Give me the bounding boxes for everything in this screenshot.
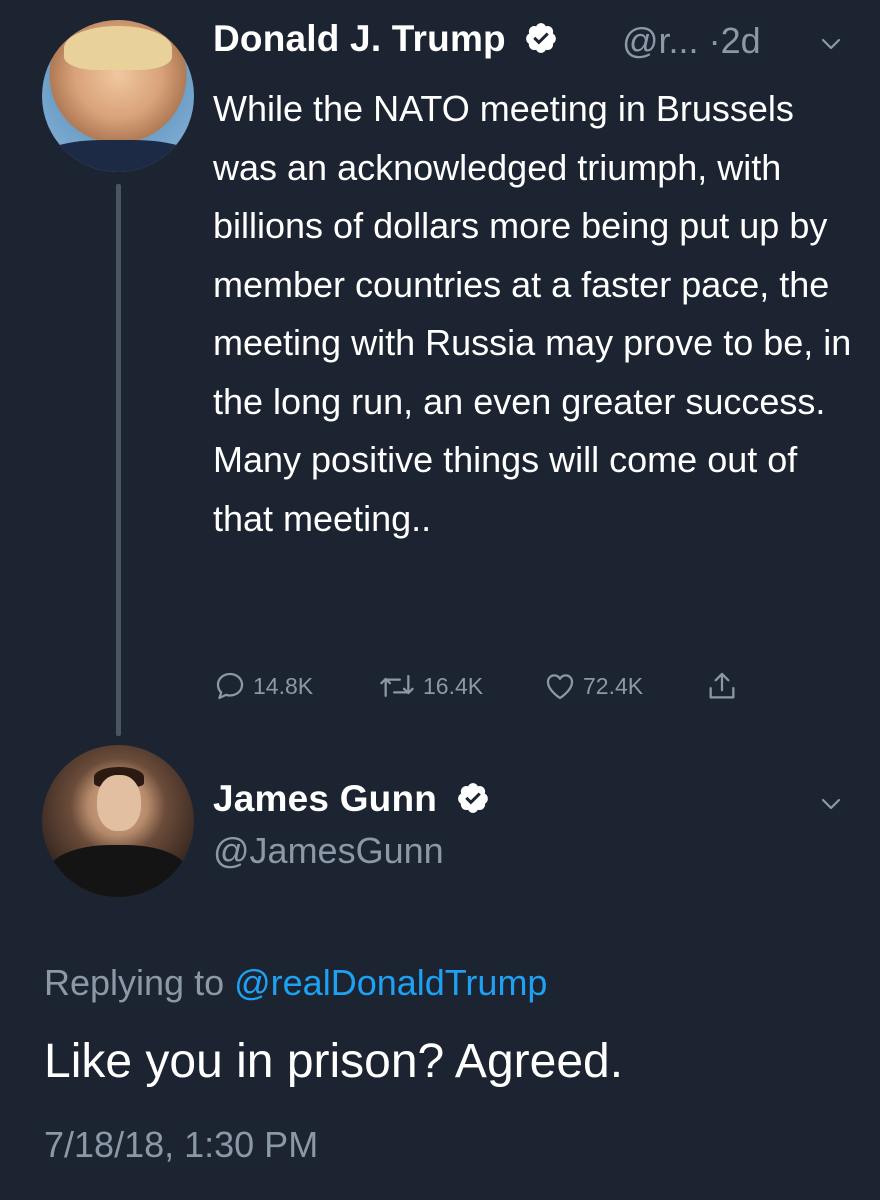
original-handle-and-age: @r... ·2d (622, 20, 761, 62)
tweet-age[interactable]: 2d (721, 20, 761, 61)
avatar-face (97, 775, 141, 831)
reply-tweet-text: Like you in prison? Agreed. (44, 1035, 624, 1088)
verified-badge-icon (457, 783, 488, 814)
like-action[interactable]: 72.4K (543, 666, 643, 706)
reply-author-name-text: James Gunn (213, 778, 438, 819)
original-author-name[interactable]: Donald J. Trump (213, 18, 558, 60)
original-author-name-text: Donald J. Trump (213, 18, 506, 59)
reply-count: 14.8K (253, 672, 314, 699)
avatar-jacket (48, 845, 188, 897)
gunn-avatar[interactable] (42, 745, 194, 897)
trump-avatar[interactable] (42, 20, 194, 172)
replying-to-line: Replying to @realDonaldTrump (44, 962, 547, 1004)
reply-icon (216, 672, 244, 700)
reply-author-name[interactable]: James Gunn (213, 778, 490, 820)
retweet-count: 16.4K (423, 672, 484, 699)
chevron-down-icon[interactable] (819, 32, 843, 56)
avatar-hair (64, 26, 172, 70)
reply-author-handle[interactable]: @JamesGunn (213, 830, 444, 872)
original-tweet-text: While the NATO meeting in Brussels was a… (213, 88, 852, 539)
tweet-action-bar: 14.8K 16.4K 72.4K (213, 666, 773, 706)
like-count: 72.4K (583, 672, 644, 699)
share-icon (709, 672, 735, 699)
verified-badge-icon (526, 23, 557, 54)
retweet-icon (380, 674, 414, 698)
avatar-suit (42, 140, 194, 172)
chevron-down-icon[interactable] (819, 792, 843, 816)
original-author-handle[interactable]: @r... (622, 20, 699, 61)
retweet-action[interactable]: 16.4K (377, 666, 483, 706)
reply-timestamp[interactable]: 7/18/18, 1:30 PM (44, 1124, 318, 1166)
reply-action[interactable]: 14.8K (213, 666, 313, 706)
thread-connector-line (116, 184, 121, 736)
replying-to-mention-link[interactable]: @realDonaldTrump (234, 962, 547, 1003)
meta-separator: · (708, 20, 721, 61)
replying-prefix: Replying to (44, 962, 225, 1003)
share-action[interactable] (705, 666, 739, 706)
like-icon (546, 674, 574, 700)
